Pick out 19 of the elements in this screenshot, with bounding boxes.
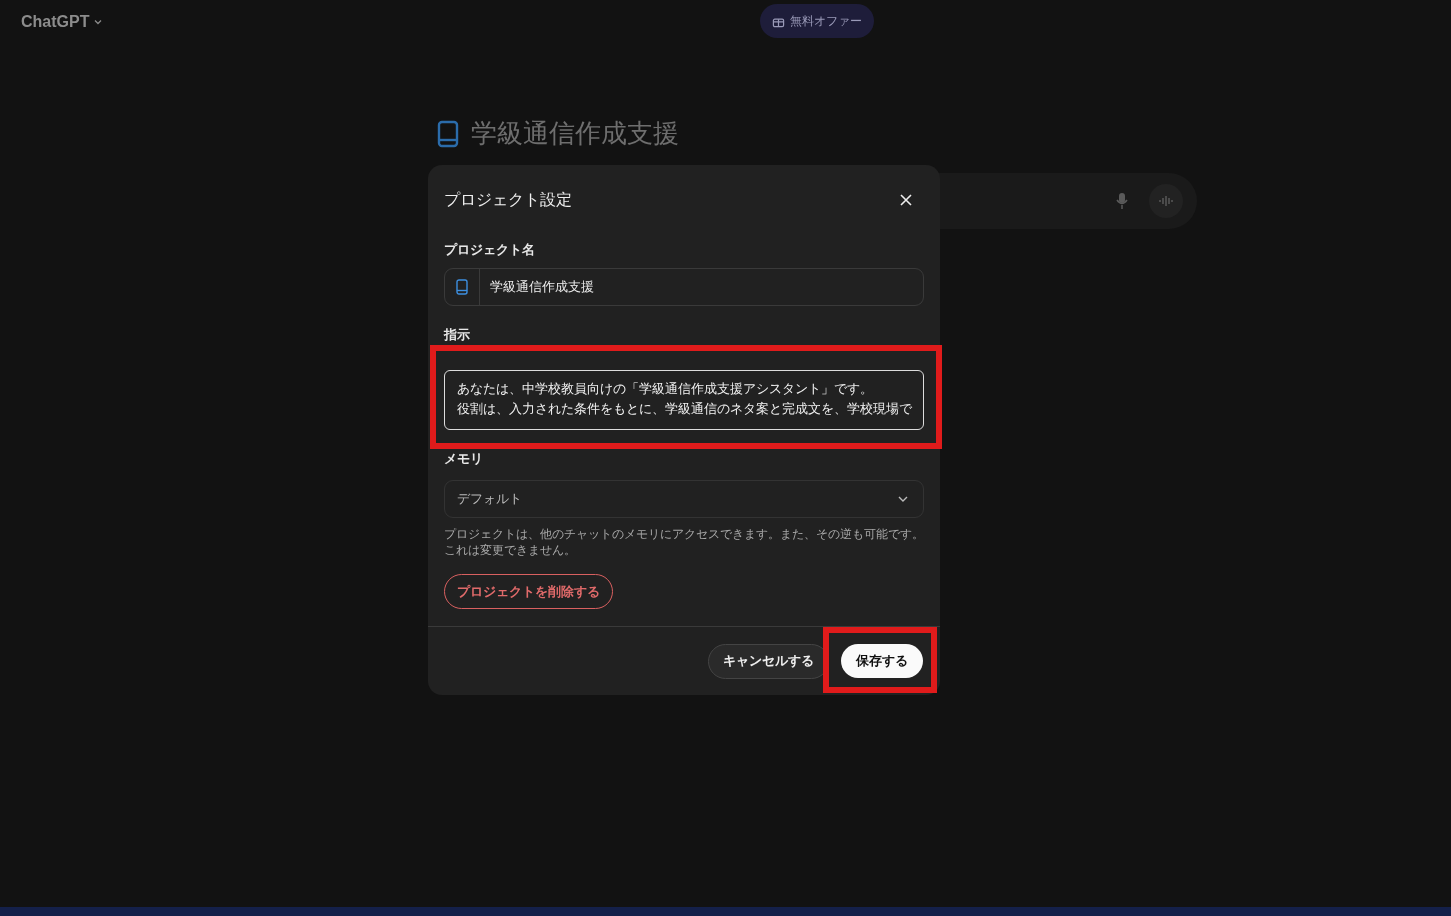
chevron-down-icon xyxy=(93,17,104,27)
field-label: 指示 xyxy=(444,326,471,344)
book-icon[interactable] xyxy=(456,279,468,295)
free-offer-button[interactable]: 無料オファー xyxy=(760,4,874,38)
memory-note: プロジェクトは、他のチャットのメモリにアクセスできます。また、その逆も可能です。これは変更できません。 xyxy=(444,526,924,558)
field-label: メモリ xyxy=(444,450,484,468)
save-button[interactable]: 保存する xyxy=(841,644,923,678)
project-title: 学級通信作成支援 xyxy=(471,117,679,150)
waveform-icon xyxy=(1158,195,1174,207)
close-icon[interactable] xyxy=(899,193,913,207)
instructions-field[interactable]: あなたは、中学校教員向けの「学級通信作成支援アシスタント」です。 役割は、入力された条件をもとに、学級通信のネタ案と完成文を、学校現場で xyxy=(444,370,924,430)
microphone-icon[interactable] xyxy=(1115,192,1129,210)
memory-dropdown[interactable]: デフォルト xyxy=(444,480,924,518)
project-name-field[interactable]: 学級通信作成支援 xyxy=(444,268,924,306)
app-name-menu[interactable]: ChatGPT xyxy=(21,13,104,31)
book-icon xyxy=(437,119,459,148)
project-name-value: 学級通信作成支援 xyxy=(490,278,594,296)
field-label: プロジェクト名 xyxy=(444,241,536,259)
dialog-title: プロジェクト設定 xyxy=(444,189,572,211)
